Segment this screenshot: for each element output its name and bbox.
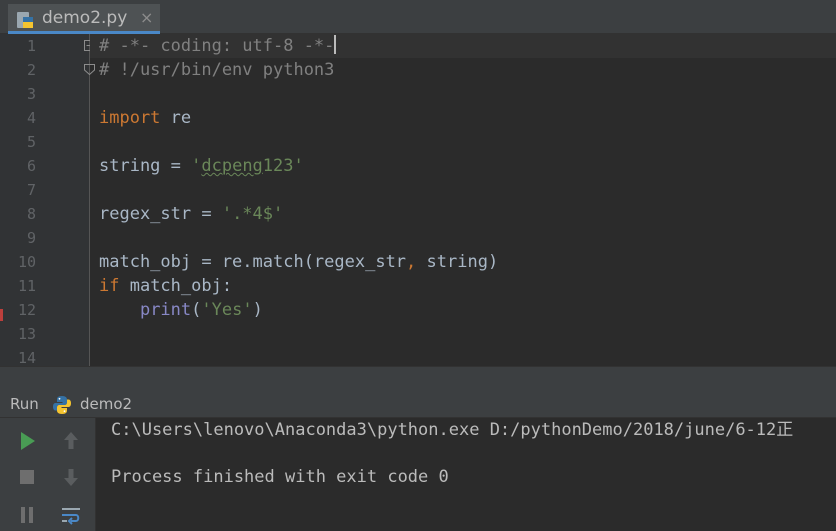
line-number: 14 — [17, 349, 36, 366]
scroll-down-arrow-icon[interactable] — [58, 464, 84, 490]
code-text: match_obj = re.match(regex_str — [99, 252, 407, 272]
code-line-2: # !/usr/bin/env python3 — [99, 58, 334, 82]
line-number: 10 — [17, 253, 36, 271]
spelling-warning: dcpeng — [201, 156, 263, 176]
code-line-1: # -*- coding: utf-8 -*- — [99, 34, 337, 58]
run-toolbar — [0, 418, 96, 531]
code-text: re — [160, 108, 192, 128]
pause-icon[interactable] — [14, 502, 40, 528]
code-editor[interactable]: 1 2 3 4 5 6 7 8 9 10 11 12 13 14 # -*- c… — [0, 34, 836, 366]
line-number: 9 — [26, 229, 36, 247]
line-number: 6 — [26, 157, 36, 175]
line-number: 11 — [17, 277, 36, 295]
comma: , — [406, 252, 417, 272]
code-line-6: string = 'dcpeng123' — [99, 154, 304, 178]
code-line-12: print('Yes') — [99, 298, 263, 322]
string-literal: 'Yes' — [201, 300, 253, 320]
keyword: if — [99, 276, 120, 296]
line-number: 2 — [26, 61, 36, 79]
code-line-11: if match_obj: — [99, 274, 232, 298]
run-console-output[interactable]: C:\Users\lenovo\Anaconda3\python.exe D:/… — [96, 418, 836, 531]
scroll-up-arrow-icon[interactable] — [58, 428, 84, 454]
tab-filename: demo2.py — [42, 8, 128, 28]
code-text: regex_str = — [99, 204, 222, 224]
soft-wrap-icon[interactable] — [58, 502, 84, 528]
line-number: 5 — [26, 133, 36, 151]
python-logo-icon — [53, 396, 71, 414]
line-number: 8 — [26, 205, 36, 223]
code-line-4: import re — [99, 106, 191, 130]
rerun-play-icon[interactable] — [14, 428, 40, 454]
code-line-8: regex_str = '.*4$' — [99, 202, 283, 226]
line-number: 3 — [26, 85, 36, 103]
run-toolwindow-header: Run demo2 — [0, 392, 836, 418]
code-line-10: match_obj = re.match(regex_str, string) — [99, 250, 498, 274]
code-text: string = — [99, 156, 192, 176]
comment: # !/usr/bin/env python3 — [99, 60, 335, 80]
code-text: ( — [191, 300, 202, 320]
code-text: string) — [416, 252, 499, 272]
code-text: match_obj: — [119, 276, 233, 296]
tab-close-icon[interactable]: × — [140, 8, 153, 27]
breakpoint-marker — [0, 309, 3, 321]
line-number: 12 — [17, 301, 36, 319]
stop-icon[interactable] — [14, 464, 40, 490]
editor-tab-demo2[interactable]: demo2.py × — [8, 4, 160, 34]
python-file-icon — [17, 12, 33, 28]
console-line: C:\Users\lenovo\Anaconda3\python.exe D:/… — [111, 420, 794, 440]
run-label: Run — [10, 395, 39, 413]
editor-tab-bar: demo2.py × — [0, 0, 836, 34]
line-number-gutter: 1 2 3 4 5 6 7 8 9 10 11 12 13 14 — [0, 34, 90, 366]
fold-end-icon[interactable] — [84, 64, 95, 75]
code-text: ) — [252, 300, 263, 320]
string-literal: '.*4$' — [221, 204, 284, 224]
string-literal: ' — [191, 156, 202, 176]
panel-splitter[interactable] — [0, 366, 836, 392]
line-number: 13 — [17, 325, 36, 343]
text-caret — [334, 35, 337, 54]
console-line: Process finished with exit code 0 — [111, 467, 449, 487]
comment: # -*- coding: utf-8 -*- — [99, 36, 335, 56]
builtin-function: print — [139, 300, 192, 320]
line-number: 1 — [26, 37, 36, 55]
run-config-name[interactable]: demo2 — [80, 395, 132, 413]
keyword: import — [99, 108, 161, 128]
line-number: 4 — [26, 109, 36, 127]
line-number: 7 — [26, 181, 36, 199]
string-literal: 123' — [262, 156, 304, 176]
